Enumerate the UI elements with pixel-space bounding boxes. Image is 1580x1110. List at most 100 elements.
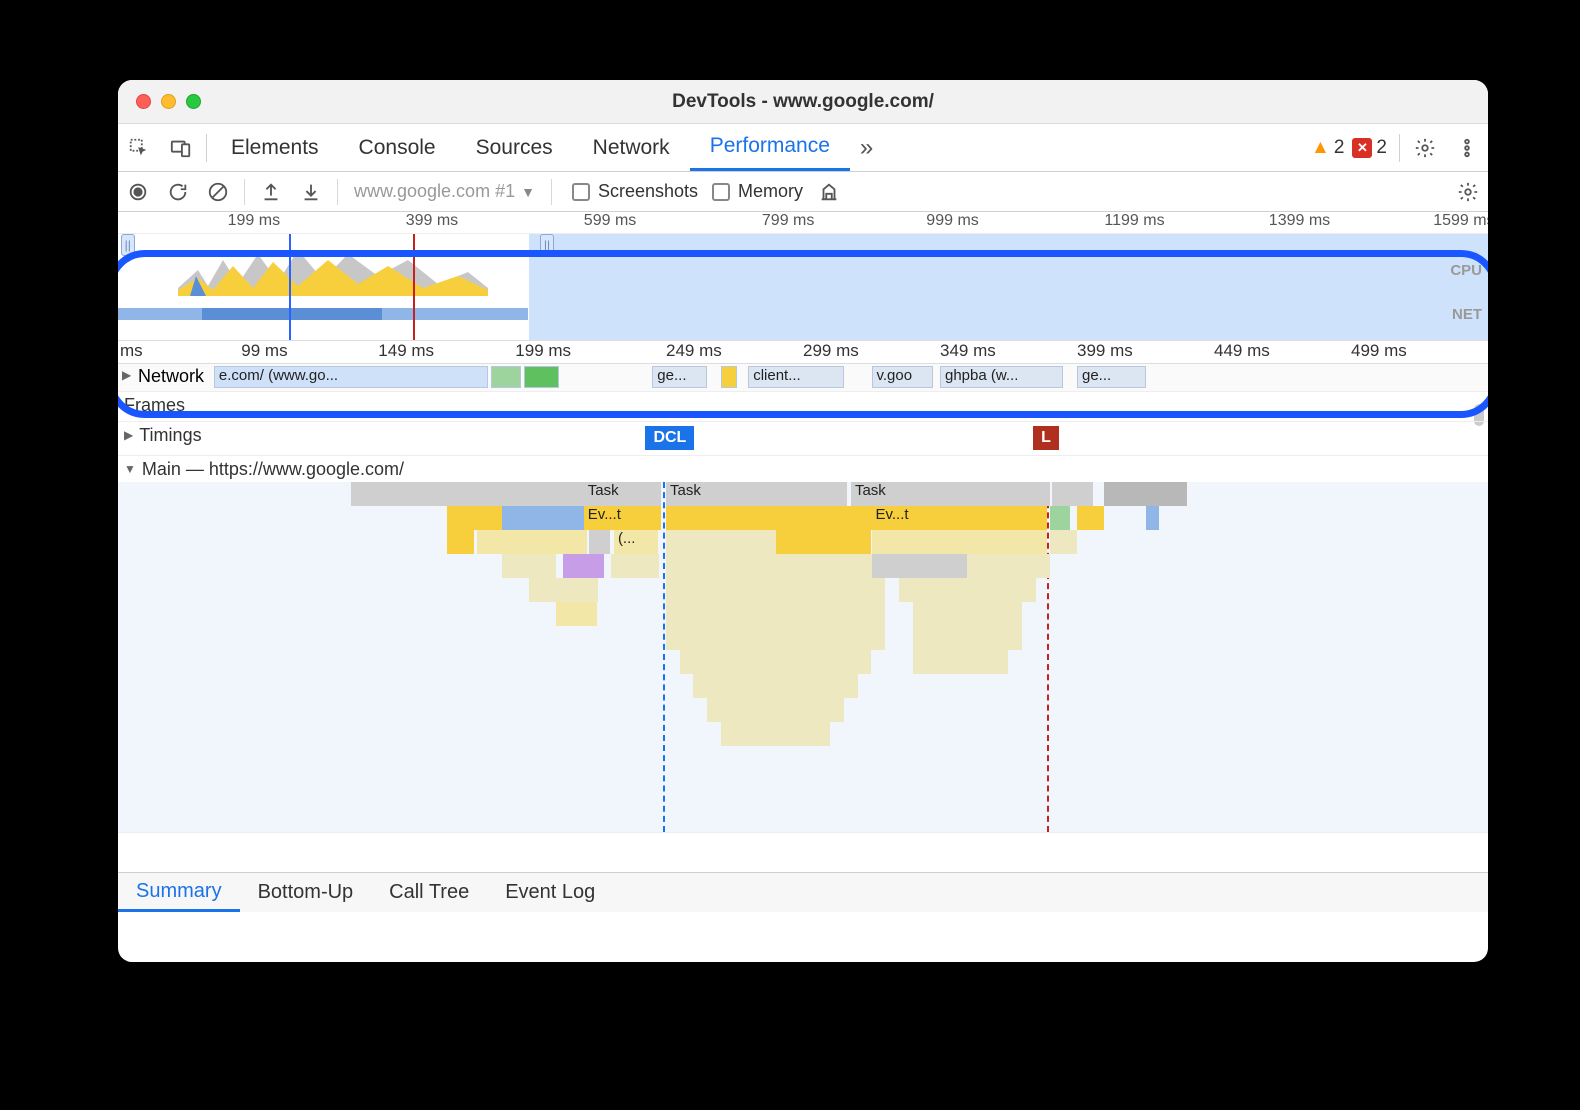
tab-sources[interactable]: Sources xyxy=(456,124,573,171)
disclosure-triangle-icon[interactable]: ▶ xyxy=(124,428,133,442)
flame-entry[interactable] xyxy=(556,602,597,626)
main-track[interactable]: ▼ Main — https://www.google.com/ TaskTas… xyxy=(118,456,1488,833)
capture-settings-icon[interactable] xyxy=(1448,181,1488,203)
flame-entry[interactable] xyxy=(707,698,844,722)
flame-entry[interactable] xyxy=(1052,482,1093,506)
flame-entry[interactable] xyxy=(666,554,872,578)
screenshots-label: Screenshots xyxy=(598,181,698,202)
flame-entry[interactable] xyxy=(666,626,885,650)
tab-call-tree[interactable]: Call Tree xyxy=(371,873,487,912)
tab-performance[interactable]: Performance xyxy=(690,124,850,171)
flame-entry[interactable]: Task xyxy=(584,482,661,506)
flame-chart[interactable]: TaskTaskTaskEv...tEv...t(... xyxy=(118,482,1488,832)
flame-entry[interactable] xyxy=(589,530,610,554)
flame-entry[interactable] xyxy=(666,602,885,626)
network-request-bar[interactable]: ge... xyxy=(652,366,707,388)
network-request-bar[interactable]: e.com/ (www.go... xyxy=(214,366,488,388)
kebab-menu-icon[interactable] xyxy=(1446,137,1488,159)
overview-body[interactable]: || || CPU NET xyxy=(118,234,1488,340)
flame-entry[interactable] xyxy=(502,506,584,530)
flame-entry[interactable] xyxy=(666,530,776,554)
network-request-bar[interactable]: client... xyxy=(748,366,844,388)
flame-entry[interactable]: Task xyxy=(851,482,1050,506)
network-request-bar[interactable] xyxy=(491,366,521,388)
flame-entry[interactable] xyxy=(1050,530,1077,554)
flame-entry[interactable] xyxy=(1146,506,1160,530)
disclosure-triangle-icon[interactable]: ▶ xyxy=(122,368,131,382)
overview-tick: 399 ms xyxy=(406,212,458,230)
flame-entry[interactable] xyxy=(1077,506,1104,530)
tabs-more-icon[interactable]: » xyxy=(850,134,883,162)
flame-entry[interactable]: Ev...t xyxy=(584,506,661,530)
reload-record-button[interactable] xyxy=(158,181,198,203)
flame-entry[interactable]: Ev...t xyxy=(872,506,1047,530)
disclosure-triangle-icon[interactable]: ▼ xyxy=(124,462,136,476)
flame-entry[interactable] xyxy=(447,530,474,554)
dcl-badge[interactable]: DCL xyxy=(645,426,694,450)
flame-entry[interactable] xyxy=(967,554,1049,578)
overview-handle-right[interactable]: || xyxy=(540,234,554,256)
upload-profile-icon[interactable] xyxy=(251,181,291,203)
load-badge[interactable]: L xyxy=(1033,426,1059,450)
flame-entry[interactable] xyxy=(529,578,598,602)
tab-summary[interactable]: Summary xyxy=(118,873,240,912)
timeline-overview[interactable]: 199 ms399 ms599 ms799 ms999 ms1199 ms139… xyxy=(118,212,1488,340)
flame-entry[interactable] xyxy=(1050,506,1071,530)
overview-handle-left[interactable]: || xyxy=(121,234,135,256)
device-toolbar-icon[interactable] xyxy=(160,137,202,159)
network-track[interactable]: ▶ Network e.com/ (www.go...ge...client..… xyxy=(118,364,1488,392)
network-request-bar[interactable] xyxy=(721,366,737,388)
flame-entry[interactable] xyxy=(447,506,502,530)
flame-entry[interactable] xyxy=(872,530,1047,554)
close-window-button[interactable] xyxy=(136,94,151,109)
flame-entry[interactable] xyxy=(680,650,872,674)
overview-tick: 799 ms xyxy=(762,212,814,230)
overview-tick: 1399 ms xyxy=(1269,212,1330,230)
flame-entry[interactable] xyxy=(351,482,584,506)
flame-entry[interactable] xyxy=(666,578,885,602)
flame-entry[interactable]: Task xyxy=(666,482,847,506)
flame-entry[interactable] xyxy=(899,578,1036,602)
tab-network[interactable]: Network xyxy=(573,124,690,171)
flame-entry[interactable] xyxy=(913,602,1023,626)
tab-console[interactable]: Console xyxy=(339,124,456,171)
flame-entry[interactable]: (... xyxy=(614,530,658,554)
flame-entry[interactable] xyxy=(477,530,587,554)
issues-error-badge[interactable]: ✕ 2 xyxy=(1352,137,1387,159)
flame-entry[interactable] xyxy=(563,554,604,578)
dcl-marker xyxy=(289,234,291,340)
screenshots-checkbox[interactable]: Screenshots xyxy=(572,181,698,202)
settings-icon[interactable] xyxy=(1404,137,1446,159)
record-button[interactable] xyxy=(118,181,158,203)
flame-entry[interactable] xyxy=(693,674,857,698)
inspect-element-icon[interactable] xyxy=(118,137,160,159)
download-profile-icon[interactable] xyxy=(291,181,331,203)
collect-garbage-icon[interactable] xyxy=(809,181,849,203)
flame-entry[interactable] xyxy=(502,554,557,578)
minimize-window-button[interactable] xyxy=(161,94,176,109)
flame-entry[interactable] xyxy=(913,626,1023,650)
tab-elements[interactable]: Elements xyxy=(211,124,339,171)
issues-warning-badge[interactable]: ▲ 2 xyxy=(1311,137,1344,159)
zoom-window-button[interactable] xyxy=(186,94,201,109)
flame-entry[interactable] xyxy=(666,506,872,530)
flame-entry[interactable] xyxy=(913,650,1009,674)
timings-track[interactable]: ▶ Timings DCL L xyxy=(118,422,1488,456)
tracks-area[interactable]: ▶ Network e.com/ (www.go...ge...client..… xyxy=(118,364,1488,872)
tab-bottom-up[interactable]: Bottom-Up xyxy=(240,873,372,912)
network-request-bar[interactable]: ghpba (w... xyxy=(940,366,1063,388)
frames-track[interactable]: Frames xyxy=(118,392,1488,422)
overview-selection[interactable] xyxy=(118,234,529,340)
network-request-bar[interactable]: v.goo xyxy=(872,366,934,388)
flame-entry[interactable] xyxy=(776,530,872,554)
network-request-bar[interactable] xyxy=(524,366,560,388)
flame-entry[interactable] xyxy=(872,554,968,578)
network-request-bar[interactable]: ge... xyxy=(1077,366,1146,388)
clear-button[interactable] xyxy=(198,181,238,203)
flame-entry[interactable] xyxy=(721,722,831,746)
memory-checkbox[interactable]: Memory xyxy=(712,181,803,202)
flame-entry[interactable] xyxy=(611,554,659,578)
recording-select[interactable]: www.google.com #1 ▼ xyxy=(344,181,545,202)
tab-event-log[interactable]: Event Log xyxy=(487,873,613,912)
flame-entry[interactable] xyxy=(1104,482,1186,506)
